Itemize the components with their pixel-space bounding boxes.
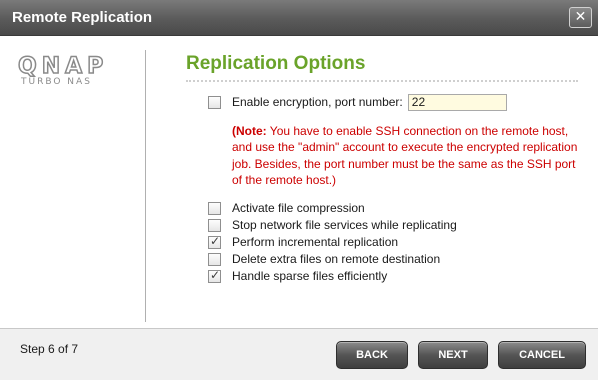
encryption-row: Enable encryption, port number:	[208, 93, 507, 111]
compression-checkbox[interactable]	[208, 201, 221, 215]
close-icon: ✕	[574, 9, 587, 25]
option-row-incremental: Perform incremental replication	[208, 234, 398, 250]
wizard-footer: Step 6 of 7 BACK NEXT CANCEL	[0, 328, 598, 380]
compression-label: Activate file compression	[232, 201, 365, 215]
title-bar: Remote Replication ✕	[0, 0, 598, 36]
option-row-stop-services: Stop network file services while replica…	[208, 217, 457, 233]
option-row-sparse: Handle sparse files efficiently	[208, 268, 387, 284]
ssh-note: (Note: You have to enable SSH connection…	[232, 123, 582, 188]
sparse-files-label: Handle sparse files efficiently	[232, 269, 388, 283]
encryption-label: Enable encryption, port number:	[232, 95, 403, 109]
sparse-files-checkbox[interactable]	[208, 268, 221, 283]
delete-extra-label: Delete extra files on remote destination	[232, 252, 441, 266]
page-title: Replication Options	[186, 53, 366, 74]
qnap-logo: QNAP Turbo NAS	[17, 53, 118, 87]
vertical-divider	[145, 50, 146, 322]
option-row-delete-extra: Delete extra files on remote destination	[208, 251, 440, 267]
stop-services-label: Stop network file services while replica…	[232, 218, 457, 232]
cancel-button[interactable]: CANCEL	[498, 341, 586, 369]
heading-divider	[186, 80, 578, 82]
port-number-input[interactable]	[407, 93, 507, 111]
window-title: Remote Replication	[12, 9, 153, 26]
stop-services-checkbox[interactable]	[208, 218, 221, 232]
note-prefix: (Note:	[232, 124, 267, 138]
note-text: You have to enable SSH connection on the…	[232, 124, 578, 187]
next-button[interactable]: NEXT	[418, 341, 488, 369]
incremental-label: Perform incremental replication	[232, 235, 399, 249]
wizard-body: QNAP Turbo NAS Replication Options Enabl…	[0, 36, 598, 328]
incremental-checkbox[interactable]	[208, 234, 221, 249]
logo-brand: QNAP	[17, 53, 109, 80]
option-row-compression: Activate file compression	[208, 200, 365, 216]
encryption-checkbox[interactable]	[208, 95, 221, 109]
delete-extra-checkbox[interactable]	[208, 252, 221, 266]
step-indicator: Step 6 of 7	[20, 342, 79, 356]
close-button[interactable]: ✕	[569, 7, 592, 28]
back-button[interactable]: BACK	[336, 341, 408, 369]
